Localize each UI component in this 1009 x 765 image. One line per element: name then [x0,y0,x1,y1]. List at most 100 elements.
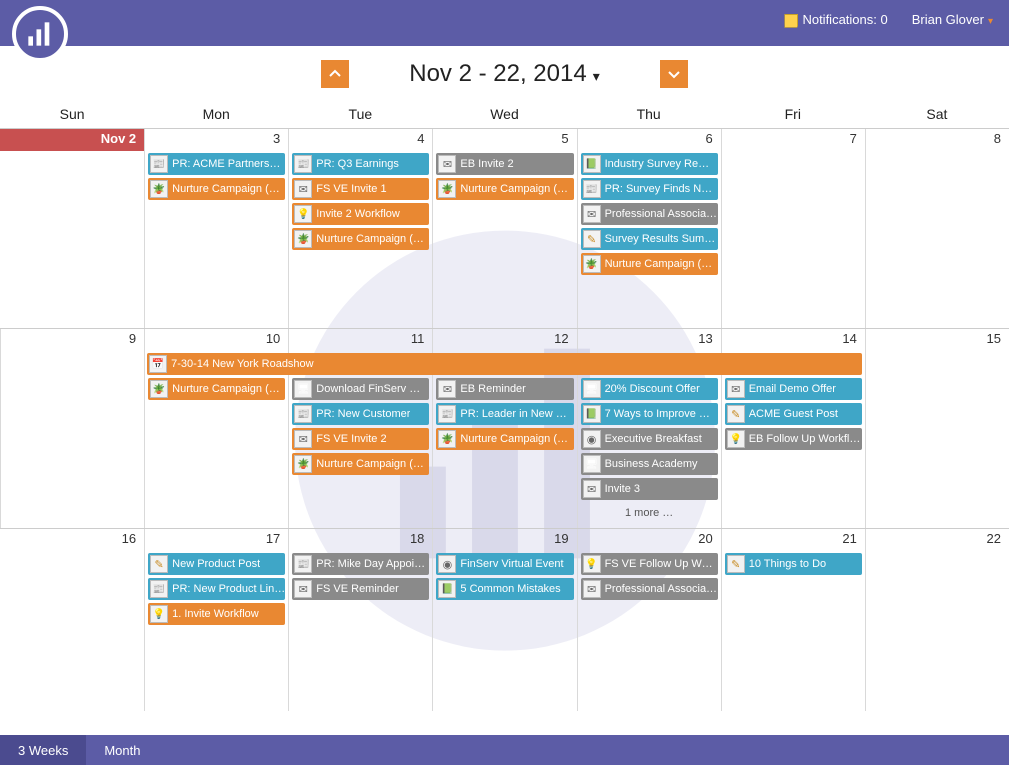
pencil-icon [727,405,745,423]
event-title: Nurture Campaign (… [172,183,280,195]
caret-down-icon: ▾ [593,68,600,84]
event-title: 20% Discount Offer [605,383,700,395]
calendar-event[interactable]: PR: Mike Day Appoi… [292,553,429,575]
event-title: PR: New Customer [316,408,410,420]
calendar-event[interactable]: PR: New Customer [292,403,429,425]
calendar-event[interactable]: Nurture Campaign (… [148,178,285,200]
calendar-event[interactable]: Business Academy [581,453,718,475]
event-title: EB Follow Up Workfl… [749,433,861,445]
calendar-event[interactable]: EB Reminder [436,378,573,400]
user-menu[interactable]: Brian Glover▾ [912,12,993,27]
calendar-cell[interactable]: 17New Product PostPR: New Product Lin…1.… [144,529,288,711]
calendar-event[interactable]: FS VE Invite 2 [292,428,429,450]
calendar-event[interactable]: PR: ACME Partnersh… [148,153,285,175]
calendar-cell[interactable]: 18PR: Mike Day Appoi…FS VE Reminder [288,529,432,711]
calendar-event[interactable]: Nurture Campaign (… [148,378,285,400]
notifications-link[interactable]: Notifications: 0 [784,12,887,28]
mail-icon [583,205,601,223]
calendar-cell[interactable]: 5EB Invite 2Nurture Campaign (… [432,129,576,328]
calendar-event[interactable]: PR: Survey Finds Ne… [581,178,718,200]
calendar-event[interactable]: New Product Post [148,553,285,575]
event-title: Invite 3 [605,483,640,495]
calendar-event[interactable]: Nurture Campaign (… [581,253,718,275]
calendar-event[interactable]: PR: New Product Lin… [148,578,285,600]
calendar-event[interactable]: Download FinServ … [292,378,429,400]
tab-3weeks[interactable]: 3 Weeks [0,735,86,765]
date-navigation: Nov 2 - 22, 2014▾ [0,46,1009,102]
calendar-cell[interactable]: 22 [865,529,1009,711]
calendar-event[interactable]: Nurture Campaign (… [436,428,573,450]
calendar-cell[interactable]: 8 [865,129,1009,328]
tab-month[interactable]: Month [86,735,158,765]
date-label: 6 [578,129,721,151]
dow-label: Wed [432,102,576,128]
calendar-event[interactable]: FS VE Invite 1 [292,178,429,200]
calendar-event[interactable]: Email Demo Offer [725,378,862,400]
news-icon [438,405,456,423]
pencil-icon [727,555,745,573]
calendar-event[interactable]: EB Invite 2 [436,153,573,175]
calendar-event[interactable]: Invite 2 Workflow [292,203,429,225]
calendar-event[interactable]: Survey Results Sum… [581,228,718,250]
calendar-event[interactable]: Professional Associa… [581,578,718,600]
book-icon [438,580,456,598]
book-icon [583,155,601,173]
calendar-event[interactable]: Industry Survey Re… [581,153,718,175]
calendar-event[interactable]: PR: Leader in New … [436,403,573,425]
bulb-icon [150,605,168,623]
calendar-cell[interactable]: 2110 Things to Do [721,529,865,711]
app-logo[interactable] [12,6,68,62]
prev-range-button[interactable] [321,60,349,88]
calendar-event[interactable]: Nurture Campaign (… [292,453,429,475]
news-icon [294,405,312,423]
next-range-button[interactable] [660,60,688,88]
calendar-cell[interactable]: Nov 2 [0,129,144,328]
event-title: FS VE Reminder [316,583,399,595]
calendar-cell[interactable]: 6 Industry Survey Re… PR: Survey Finds Ne…… [577,129,721,328]
calendar-event[interactable]: Executive Breakfast [581,428,718,450]
calendar-event-span[interactable]: 7-30-14 New York Roadshow [147,353,862,375]
plant-icon [438,180,456,198]
calendar-event[interactable]: Nurture Campaign (… [436,178,573,200]
calendar-event[interactable]: 10 Things to Do [725,553,862,575]
date-label: 20 [578,529,721,551]
event-title: PR: ACME Partnersh… [172,158,285,170]
calendar-cell[interactable]: 16 [0,529,144,711]
calendar-event[interactable]: Invite 3 [581,478,718,500]
event-title: PR: Mike Day Appoi… [316,558,425,570]
event-title: Industry Survey Re… [605,158,710,170]
event-title: Survey Results Sum… [605,233,716,245]
calendar-cell[interactable]: 9 [0,329,144,528]
bulb-icon [583,555,601,573]
calendar-event[interactable]: FinServ Virtual Event [436,553,573,575]
calendar-event[interactable]: Nurture Campaign (… [292,228,429,250]
calendar-event[interactable]: 1. Invite Workflow [148,603,285,625]
slides-icon [583,380,601,398]
calendar-cell[interactable]: 3PR: ACME Partnersh…Nurture Campaign (… [144,129,288,328]
date-range-title[interactable]: Nov 2 - 22, 2014▾ [409,60,599,88]
date-label: 14 [722,329,865,351]
calendar-event[interactable]: PR: Q3 Earnings [292,153,429,175]
topbar: Notifications: 0 Brian Glover▾ [0,0,1009,46]
calendar-event[interactable]: 5 Common Mistakes [436,578,573,600]
slides-icon [583,455,601,473]
calendar-event[interactable]: ACME Guest Post [725,403,862,425]
mail-icon [727,380,745,398]
calendar-cell[interactable]: 15 [865,329,1009,528]
calendar-cell[interactable]: 19FinServ Virtual Event5 Common Mistakes [432,529,576,711]
calendar-cell[interactable]: 7 [721,129,865,328]
bulb-icon [294,205,312,223]
event-title: FS VE Invite 1 [316,183,386,195]
calendar-event[interactable]: 20% Discount Offer [581,378,718,400]
pencil-icon [583,230,601,248]
calendar-event[interactable]: 7 Ways to Improve … [581,403,718,425]
mail-icon [438,380,456,398]
calendar-event[interactable]: Professional Associa… [581,203,718,225]
date-label: 16 [0,529,144,551]
calendar-event[interactable]: FS VE Reminder [292,578,429,600]
calendar-event[interactable]: FS VE Follow Up Wo… [581,553,718,575]
calendar-cell[interactable]: 4PR: Q3 EarningsFS VE Invite 1Invite 2 W… [288,129,432,328]
calendar-cell[interactable]: 20FS VE Follow Up Wo… Professional Associ… [577,529,721,711]
more-events-link[interactable]: 1 more … [581,503,718,523]
calendar-event[interactable]: EB Follow Up Workfl… [725,428,862,450]
